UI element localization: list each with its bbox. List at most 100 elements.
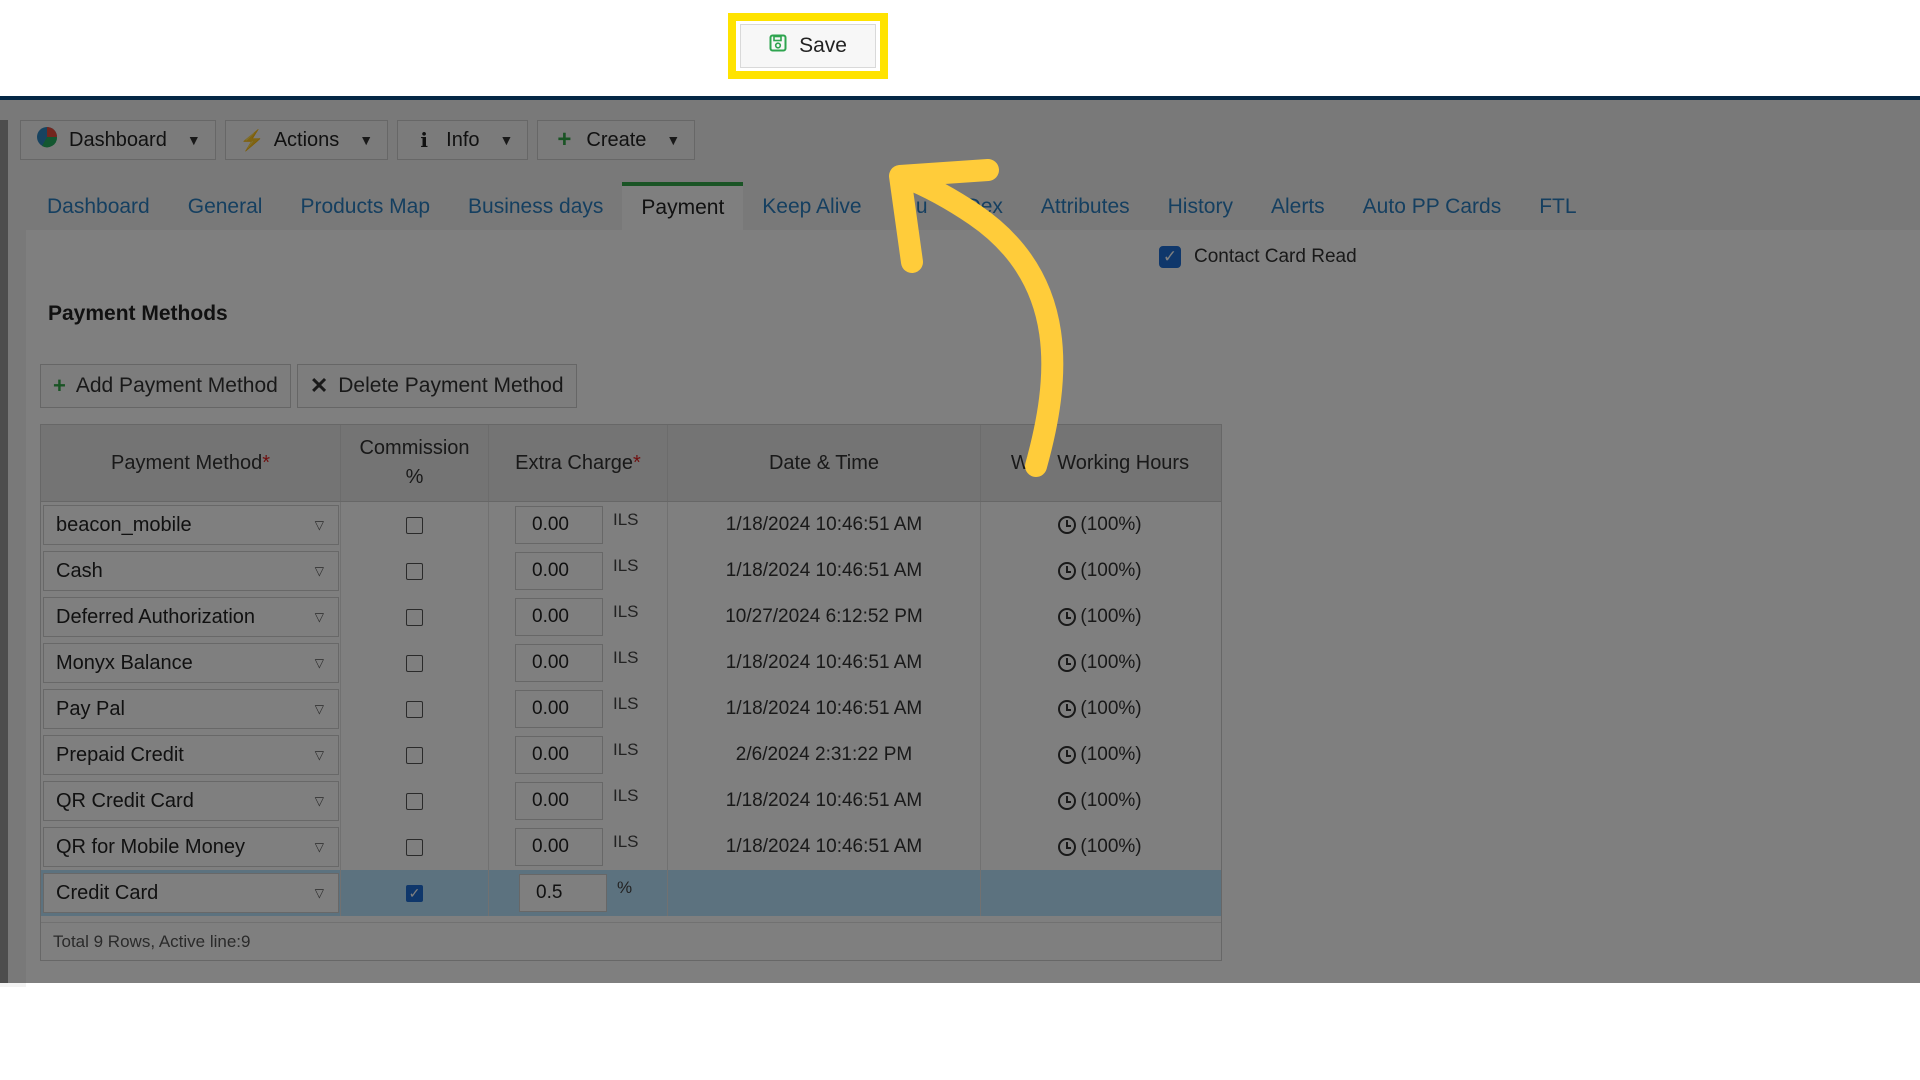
working-hours-cell[interactable]: (100%) [981, 732, 1219, 778]
create-menu-button[interactable]: + Create ▼ [537, 120, 696, 160]
date-time-cell: 2/6/2024 2:31:22 PM [668, 732, 981, 778]
payment-method-select[interactable]: QR Credit Card ▽ [43, 781, 339, 821]
working-hours-cell[interactable]: (100%) [981, 548, 1219, 594]
commission-checkbox[interactable]: ✓ [406, 884, 423, 902]
chevron-down-icon: ▽ [314, 564, 324, 578]
payment-method-select[interactable]: Deferred Authorization ▽ [43, 597, 339, 637]
extra-charge-value: 0.00 [532, 790, 569, 811]
extra-charge-cell: 0.00 ILS [489, 824, 668, 870]
tab-attributes[interactable]: Attributes [1022, 184, 1149, 230]
table-row[interactable]: Cash ▽ 0.00 ILS 1/18/2024 10:46:51 AM (100%) [41, 548, 1221, 594]
extra-charge-input[interactable]: 0.00 [515, 690, 603, 728]
table-row[interactable]: Prepaid Credit ▽ 0.00 ILS 2/6/2024 2:31:22 P… [41, 732, 1221, 778]
tab-products-map[interactable]: Products Map [281, 184, 449, 230]
table-row[interactable]: QR Credit Card ▽ 0.00 ILS 1/18/2024 10:46:51… [41, 778, 1221, 824]
payment-method-actions: + Add Payment Method ✕ Delete Payment Me… [40, 364, 583, 408]
payment-method-cell: QR for Mobile Money ▽ [41, 824, 341, 870]
tab-auto-pp-cards[interactable]: Auto PP Cards [1344, 184, 1521, 230]
tab-business-days[interactable]: Business days [449, 184, 622, 230]
extra-charge-input[interactable]: 0.00 [515, 598, 603, 636]
commission-checkbox[interactable] [406, 746, 423, 764]
extra-charge-input[interactable]: 0.00 [515, 644, 603, 682]
column-header-label: Date & Time [768, 451, 880, 474]
working-hours-cell[interactable]: (100%) [981, 778, 1219, 824]
working-hours-cell[interactable]: (100%) [981, 824, 1219, 870]
table-row[interactable]: Deferred Authorization ▽ 0.00 ILS 10/27/2024… [41, 594, 1221, 640]
extra-charge-input[interactable]: 0.00 [515, 506, 603, 544]
column-header-working-hours[interactable]: We Working Hours [981, 425, 1219, 501]
payment-method-select[interactable]: Cash ▽ [43, 551, 339, 591]
payment-method-select[interactable]: QR for Mobile Money ▽ [43, 827, 339, 867]
commission-checkbox[interactable] [406, 516, 423, 534]
commission-checkbox[interactable] [406, 700, 423, 718]
grid-footer-status: Total 9 Rows, Active line:9 [41, 922, 1221, 960]
delete-payment-method-button[interactable]: ✕ Delete Payment Method [296, 364, 577, 408]
payment-method-cell: Pay Pal ▽ [41, 686, 341, 732]
delete-payment-method-label: Delete Payment Method [338, 374, 564, 397]
payment-method-select[interactable]: Pay Pal ▽ [43, 689, 339, 729]
save-button[interactable]: Save [740, 24, 876, 68]
tab-general[interactable]: General [169, 184, 282, 230]
commission-checkbox[interactable] [406, 562, 423, 580]
extra-charge-input[interactable]: 0.00 [515, 552, 603, 590]
payment-method-select[interactable]: beacon_mobile ▽ [43, 505, 339, 545]
column-header-unit: % [405, 466, 424, 488]
working-hours-cell[interactable]: (100%) [981, 686, 1219, 732]
tab-qu[interactable]: Qu [881, 184, 947, 230]
extra-charge-input[interactable]: 0.00 [515, 782, 603, 820]
contact-card-read-checkbox[interactable]: ✓ [1159, 246, 1181, 268]
working-hours-cell[interactable]: (100%) [981, 594, 1219, 640]
save-highlight-frame: Save [728, 13, 888, 79]
commission-cell [341, 778, 489, 824]
working-hours-value: (100%) [1080, 606, 1142, 627]
dashboard-menu-button[interactable]: Dashboard ▼ [20, 120, 216, 160]
date-time-cell: 10/27/2024 6:12:52 PM [668, 594, 981, 640]
table-row[interactable]: beacon_mobile ▽ 0.00 ILS 1/18/2024 10:46:51 … [41, 502, 1221, 548]
column-header-payment-method[interactable]: Payment Method * [41, 425, 341, 501]
commission-checkbox[interactable] [406, 838, 423, 856]
plus-icon: + [53, 373, 66, 398]
extra-charge-cell: 0.00 ILS [489, 732, 668, 778]
extra-charge-cell: 0.00 ILS [489, 778, 668, 824]
table-row[interactable]: Monyx Balance ▽ 0.00 ILS 1/18/2024 10:46:51 … [41, 640, 1221, 686]
tab-payment[interactable]: Payment [622, 182, 744, 230]
payment-method-value: Deferred Authorization [56, 605, 256, 628]
payment-method-select[interactable]: Monyx Balance ▽ [43, 643, 339, 683]
actions-menu-button[interactable]: ⚡ Actions ▼ [224, 120, 389, 160]
tab-dashboard[interactable]: Dashboard [28, 184, 169, 230]
payment-method-value: beacon_mobile [56, 513, 192, 536]
table-row[interactable]: QR for Mobile Money ▽ 0.00 ILS 1/18/2024 10:… [41, 824, 1221, 870]
add-payment-method-button[interactable]: + Add Payment Method [40, 364, 291, 408]
commission-checkbox[interactable] [406, 654, 423, 672]
working-hours-cell[interactable]: (100%) [981, 640, 1219, 686]
chevron-down-icon: ▽ [314, 702, 324, 716]
table-row[interactable]: Pay Pal ▽ 0.00 ILS 1/18/2024 10:46:51 AM (100… [41, 686, 1221, 732]
clock-icon [1058, 654, 1077, 672]
payment-method-select[interactable]: Credit Card ▽ [43, 873, 339, 913]
tab-ftl[interactable]: FTL [1520, 184, 1595, 230]
extra-charge-input[interactable]: 0.5 [519, 874, 607, 912]
tab-keep-alive[interactable]: Keep Alive [743, 184, 880, 230]
left-collapse-bar[interactable] [0, 120, 8, 983]
column-header-commission[interactable]: Commission% [341, 425, 489, 501]
working-hours-value: (100%) [1080, 560, 1142, 581]
info-menu-button[interactable]: i Info ▼ [397, 120, 529, 160]
column-header-extra-charge[interactable]: Extra Charge * [489, 425, 668, 501]
chevron-down-icon: ▽ [314, 886, 324, 900]
working-hours-cell[interactable] [981, 870, 1219, 916]
payment-method-cell: QR Credit Card ▽ [41, 778, 341, 824]
contact-card-read-option[interactable]: ✓ Contact Card Read [1159, 246, 1357, 268]
tab-alerts[interactable]: Alerts [1252, 184, 1344, 230]
extra-charge-input[interactable]: 0.00 [515, 736, 603, 774]
column-header-date-time[interactable]: Date & Time [668, 425, 981, 501]
working-hours-value: (100%) [1080, 698, 1142, 719]
tab-history[interactable]: History [1149, 184, 1252, 230]
table-row[interactable]: Credit Card ▽ ✓ 0.5% [41, 870, 1221, 916]
working-hours-cell[interactable]: (100%) [981, 502, 1219, 548]
extra-charge-input[interactable]: 0.00 [515, 828, 603, 866]
tab-dex[interactable]: Dex [947, 184, 1022, 230]
payment-method-select[interactable]: Prepaid Credit ▽ [43, 735, 339, 775]
commission-checkbox[interactable] [406, 792, 423, 810]
plus-icon: + [557, 126, 572, 153]
commission-checkbox[interactable] [406, 608, 423, 626]
